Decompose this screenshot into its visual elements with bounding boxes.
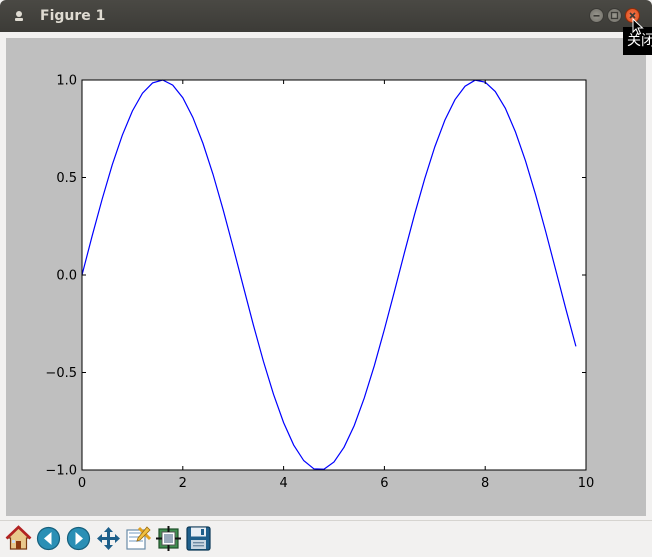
title-bar[interactable]: Figure 1 xyxy=(0,0,652,32)
minimize-icon xyxy=(593,15,600,17)
figure-canvas: 0 2 4 6 8 10 1.0 0.5 0.0 −0.5 −1.0 xyxy=(6,38,646,516)
y-tick-label: −0.5 xyxy=(45,366,77,381)
maximize-icon xyxy=(610,11,619,20)
mouse-cursor-icon xyxy=(632,18,644,36)
x-tick-label: 4 xyxy=(279,476,287,491)
y-tick-label: −1.0 xyxy=(45,464,77,479)
y-tick-label: 1.0 xyxy=(56,74,77,89)
forward-icon[interactable] xyxy=(65,525,92,552)
pan-icon[interactable] xyxy=(95,525,122,552)
home-icon[interactable] xyxy=(5,525,32,552)
x-tick-label: 6 xyxy=(380,476,388,491)
maximize-button[interactable] xyxy=(607,8,622,23)
window-title: Figure 1 xyxy=(40,8,106,24)
app-icon xyxy=(15,11,23,21)
x-tick-label: 10 xyxy=(578,476,595,491)
axes-background xyxy=(82,80,586,470)
x-tick-label: 8 xyxy=(481,476,489,491)
x-tick-label: 0 xyxy=(78,476,86,491)
subplots-icon[interactable] xyxy=(155,525,182,552)
minimize-button[interactable] xyxy=(589,8,604,23)
x-tick-label: 2 xyxy=(179,476,187,491)
sine-chart: 0 2 4 6 8 10 1.0 0.5 0.0 −0.5 −1.0 xyxy=(45,74,595,492)
y-tick-label: 0.0 xyxy=(56,269,77,284)
back-icon[interactable] xyxy=(35,525,62,552)
y-tick-label: 0.5 xyxy=(56,171,77,186)
zoom-icon[interactable] xyxy=(125,525,152,552)
save-icon[interactable] xyxy=(185,525,212,552)
